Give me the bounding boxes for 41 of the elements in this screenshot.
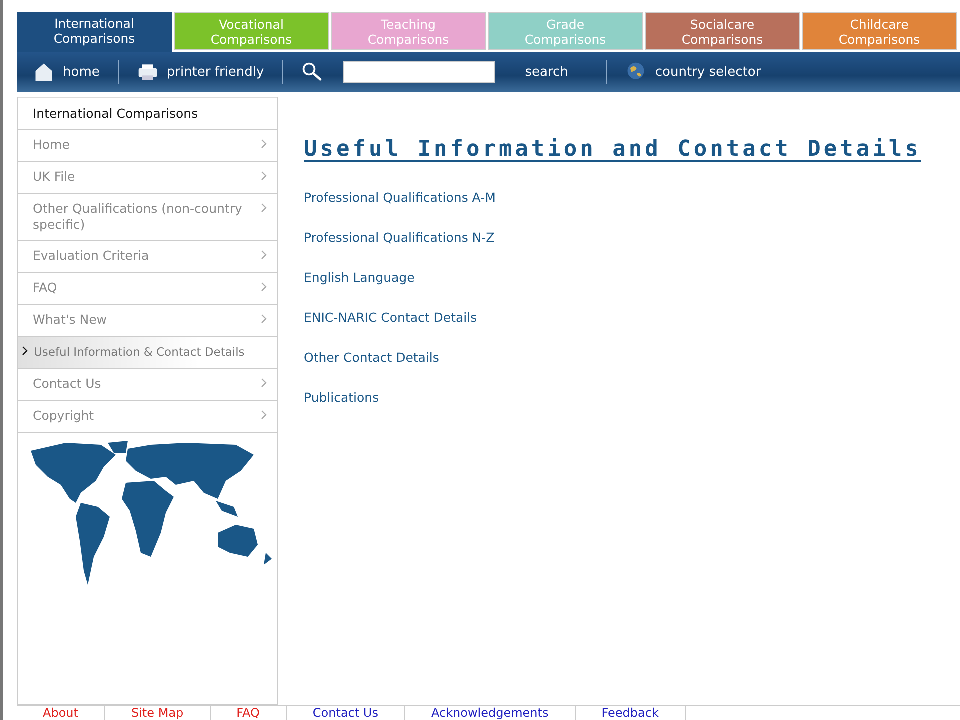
selected-chevron-icon <box>22 344 28 356</box>
content-link[interactable]: ENIC-NARIC Contact Details <box>304 310 478 325</box>
content-link[interactable]: English Language <box>304 270 415 285</box>
search-field[interactable] <box>343 61 496 83</box>
search-icon[interactable] <box>301 61 324 83</box>
country-selector-link[interactable]: country selector <box>655 64 762 80</box>
chevron-icon <box>261 248 267 260</box>
chevron-icon <box>261 137 267 149</box>
chevron-icon <box>261 169 267 181</box>
page-heading: Useful Information and Contact Details <box>304 137 922 162</box>
search-button[interactable]: search <box>525 64 568 80</box>
content-link[interactable]: Professional Qualifications N-Z <box>304 230 495 245</box>
footer-link[interactable]: Contact Us <box>286 706 406 720</box>
content-link[interactable]: Other Contact Details <box>304 350 440 365</box>
tab[interactable]: International Comparisons <box>17 12 172 52</box>
content-link[interactable]: Publications <box>304 390 380 405</box>
chevron-icon <box>261 312 267 324</box>
sidebar-title: International Comparisons <box>18 97 277 130</box>
sidebar-item[interactable]: UK File <box>18 162 277 194</box>
home-link[interactable]: home <box>63 64 100 80</box>
content-link[interactable]: Professional Qualifications A-M <box>304 190 496 205</box>
sidebar-item[interactable]: Home <box>18 130 277 162</box>
home-icon[interactable] <box>33 61 55 83</box>
sidebar-item[interactable]: Contact Us <box>18 369 277 401</box>
chevron-icon <box>261 280 267 292</box>
footer-link[interactable]: FAQ <box>210 706 287 720</box>
sidebar-item[interactable]: Copyright <box>18 401 277 433</box>
footer-link[interactable]: Site Map <box>105 706 211 720</box>
tab[interactable]: Childcare Comparisons <box>802 12 957 50</box>
chevron-icon <box>261 408 267 420</box>
sidebar-item[interactable]: Useful Information & Contact Details <box>18 337 277 369</box>
sidebar-item[interactable]: FAQ <box>18 273 277 305</box>
footer-link[interactable]: Feedback <box>576 706 686 720</box>
chevron-icon <box>261 201 267 213</box>
footer-link[interactable]: Acknowledgements <box>405 706 576 720</box>
tab[interactable]: Socialcare Comparisons <box>645 12 800 50</box>
printer-friendly-link[interactable]: printer friendly <box>166 64 264 80</box>
sidebar-item[interactable]: Other Qualifications (non-country specific) <box>18 194 277 241</box>
chevron-icon <box>261 376 267 388</box>
footer-link[interactable]: About <box>17 706 106 720</box>
sidebar-item[interactable]: Evaluation Criteria <box>18 241 277 273</box>
